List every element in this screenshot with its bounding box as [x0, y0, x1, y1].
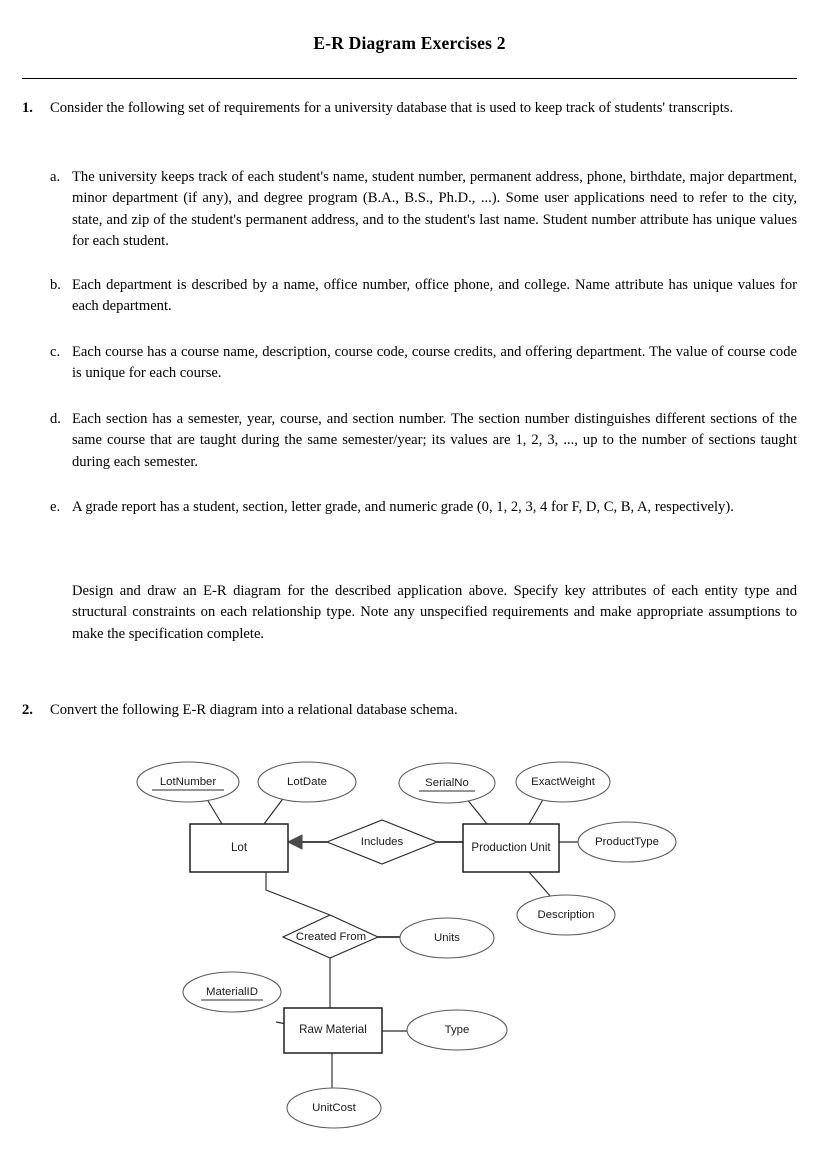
subitem-d: d. Each section has a semester, year, co…	[50, 409, 797, 475]
question-2-number: 2.	[22, 702, 33, 718]
arrowhead-includes-to-lot	[286, 834, 303, 850]
subitem-e: e. A grade report has a student, section…	[50, 497, 797, 542]
subitem-d-text: Each section has a semester, year, cours…	[72, 411, 797, 470]
attribute-lotnumber-label: LotNumber	[160, 776, 217, 788]
header-divider	[22, 78, 797, 79]
subitem-b-label: b.	[50, 277, 61, 293]
subitem-a-label: a.	[50, 169, 61, 185]
attribute-lotnumber: LotNumber	[136, 761, 240, 803]
question-1-intro: Consider the following set of requiremen…	[50, 100, 734, 116]
subitem-e-label: e.	[50, 499, 61, 515]
attribute-units-label: Units	[434, 932, 460, 944]
entity-raw-material: Raw Material	[283, 1007, 383, 1054]
connector-lotdate-lot	[263, 795, 286, 825]
relationship-includes: Includes	[325, 819, 439, 865]
question-1-number: 1.	[22, 100, 33, 116]
question-1-subitems: a. The university keeps track of each st…	[50, 167, 797, 562]
attribute-lotdate: LotDate	[257, 761, 357, 803]
relationship-created-from: Created From	[281, 914, 380, 959]
relationship-includes-label: Includes	[361, 836, 404, 848]
attribute-materialid: MaterialID	[182, 971, 282, 1013]
subitem-d-label: d.	[50, 411, 61, 427]
subitem-a-text: The university keeps track of each stude…	[72, 169, 797, 250]
attribute-description: Description	[516, 894, 616, 936]
attribute-description-label: Description	[538, 909, 595, 921]
subitem-a: a. The university keeps track of each st…	[50, 167, 797, 255]
attribute-exactweight-label: ExactWeight	[531, 776, 596, 788]
question-1-closing: Design and draw an E-R diagram for the d…	[72, 583, 797, 642]
entity-raw-material-label: Raw Material	[299, 1023, 367, 1036]
subitem-c: c. Each course has a course name, descri…	[50, 342, 797, 387]
question-1: 1. Consider the following set of require…	[22, 98, 797, 119]
attribute-unitcost: UnitCost	[286, 1087, 382, 1129]
attribute-units: Units	[399, 917, 495, 959]
question-2: 2. Convert the following E-R diagram int…	[22, 700, 797, 721]
attribute-producttype: ProductType	[577, 821, 677, 863]
page-title: E-R Diagram Exercises 2	[313, 33, 506, 53]
document-page: E-R Diagram Exercises 2 1. Consider the …	[0, 0, 819, 1163]
subitem-c-label: c.	[50, 344, 61, 360]
attribute-type-label: Type	[445, 1024, 470, 1036]
entity-lot-label: Lot	[231, 841, 248, 854]
entity-production-unit-label: Production Unit	[471, 841, 551, 854]
subitem-c-text: Each course has a course name, descripti…	[72, 344, 797, 382]
entity-lot: Lot	[189, 823, 289, 873]
connector-lot-createdfrom	[265, 872, 331, 916]
question-2-intro: Convert the following E-R diagram into a…	[50, 702, 458, 718]
attribute-exactweight: ExactWeight	[515, 761, 611, 803]
attribute-producttype-label: ProductType	[595, 836, 659, 848]
attribute-type: Type	[406, 1009, 508, 1051]
er-diagram: LotNumber LotDate SerialNo ExactWeight P…	[136, 761, 677, 1129]
attribute-unitcost-label: UnitCost	[312, 1102, 357, 1114]
subitem-b: b. Each department is described by a nam…	[50, 275, 797, 320]
attribute-lotdate-label: LotDate	[287, 776, 327, 788]
attribute-materialid-label: MaterialID	[206, 986, 258, 998]
entity-production-unit: Production Unit	[462, 823, 560, 873]
connector-serialno-productionunit	[465, 797, 488, 825]
attribute-serialno-label: SerialNo	[425, 777, 469, 789]
subitem-b-text: Each department is described by a name, …	[72, 277, 797, 315]
connector-productionunit-description	[528, 871, 553, 899]
subitem-e-text: A grade report has a student, section, l…	[72, 499, 734, 515]
relationship-created-from-label: Created From	[296, 931, 366, 943]
attribute-serialno: SerialNo	[398, 762, 496, 804]
